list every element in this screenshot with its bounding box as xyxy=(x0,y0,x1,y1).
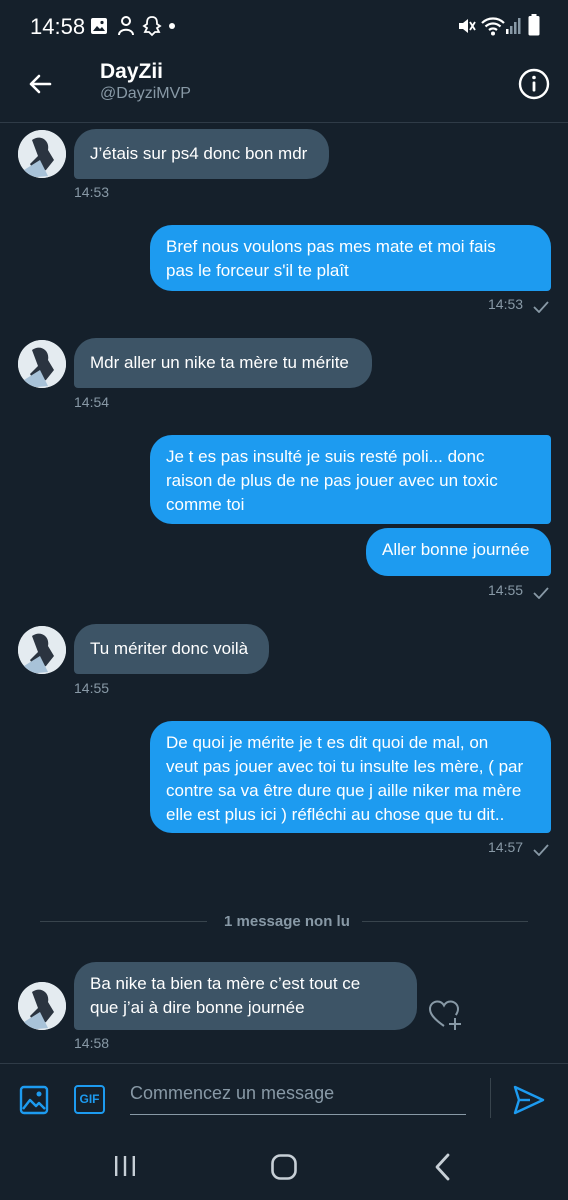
image-icon[interactable] xyxy=(18,1084,50,1116)
unread-divider-label: 1 message non lu xyxy=(224,913,350,930)
mute-icon xyxy=(459,19,476,33)
message-text: Mdr aller un nike ta mère tu mérite xyxy=(90,353,349,372)
wifi-icon xyxy=(481,17,505,36)
dot-icon xyxy=(169,23,175,29)
message-text: Aller bonne journée xyxy=(382,540,530,559)
message-composer: GIF Commencez un message xyxy=(0,1063,568,1134)
snapchat-icon xyxy=(142,16,162,37)
message-timestamp: 14:55 xyxy=(74,680,110,696)
message-timestamp: 14:53 xyxy=(488,296,524,312)
gif-button[interactable]: GIF xyxy=(74,1085,105,1114)
status-time: 14:58 xyxy=(30,14,86,39)
message-timestamp: 14:57 xyxy=(488,839,524,855)
message-line: De quoi je mérite je t es dit quoi de ma… xyxy=(166,733,489,752)
message-bubble-outgoing[interactable]: Bref nous voulons pas mes mate et moi fa… xyxy=(150,225,551,291)
avatar[interactable] xyxy=(18,130,66,178)
back-nav-icon[interactable] xyxy=(432,1152,454,1182)
sent-check-icon xyxy=(533,587,549,599)
send-icon[interactable] xyxy=(512,1084,546,1116)
message-bubble-outgoing[interactable]: De quoi je mérite je t es dit quoi de ma… xyxy=(150,721,551,833)
message-line: Je t es pas insulté je suis resté poli..… xyxy=(166,447,485,466)
message-input-placeholder: Commencez un message xyxy=(130,1083,335,1103)
message-bubble-incoming[interactable]: Tu mériter donc voilà xyxy=(74,624,269,674)
app-notification-icon xyxy=(118,16,134,36)
status-bar: 14:58 xyxy=(0,0,568,54)
message-bubble-outgoing[interactable]: Aller bonne journée xyxy=(366,528,551,576)
message-line: Ba nike ta bien ta mère c’est tout ce xyxy=(90,974,361,993)
system-navigation-bar xyxy=(0,1133,568,1200)
message-text: J’étais sur ps4 donc bon mdr xyxy=(90,144,308,163)
conversation-header: DayZii @DayziMVP xyxy=(0,54,568,123)
recent-apps-icon[interactable] xyxy=(112,1153,138,1179)
message-timestamp: 14:55 xyxy=(488,582,524,598)
message-bubble-outgoing[interactable]: Je t es pas insulté je suis resté poli..… xyxy=(150,435,551,524)
message-timestamp: 14:58 xyxy=(74,1035,110,1051)
message-input[interactable]: Commencez un message xyxy=(130,1076,466,1115)
message-line: comme toi xyxy=(166,495,245,514)
avatar[interactable] xyxy=(18,626,66,674)
message-bubble-incoming[interactable]: J’étais sur ps4 donc bon mdr xyxy=(74,129,329,179)
message-timestamp: 14:54 xyxy=(74,394,110,410)
avatar[interactable] xyxy=(18,982,66,1030)
signal-icon xyxy=(506,18,521,34)
sent-check-icon xyxy=(533,301,549,313)
message-line: raison de plus de ne pas jouer avec un t… xyxy=(166,471,498,490)
battery-icon xyxy=(528,14,540,36)
message-timestamp: 14:53 xyxy=(74,184,110,200)
unread-divider-line-left xyxy=(40,921,207,922)
message-bubble-incoming[interactable]: Mdr aller un nike ta mère tu mérite xyxy=(74,338,372,388)
conversation-handle[interactable]: @DayziMVP xyxy=(100,85,191,103)
message-bubble-incoming[interactable]: Ba nike ta bien ta mère c’est tout ce qu… xyxy=(74,962,417,1030)
react-heart-icon[interactable] xyxy=(428,999,464,1031)
info-icon[interactable] xyxy=(516,66,552,102)
back-arrow-icon[interactable] xyxy=(22,66,58,102)
conversation-name[interactable]: DayZii xyxy=(100,60,163,84)
gif-label: GIF xyxy=(79,1092,100,1106)
avatar[interactable] xyxy=(18,340,66,388)
message-line: elle est plus ici ) réfléchi au chose qu… xyxy=(166,805,505,824)
message-line: que j’ai à dire bonne journée xyxy=(90,998,305,1017)
message-line: pas le forceur s'il te plaît xyxy=(166,261,349,280)
home-icon[interactable] xyxy=(270,1153,298,1181)
message-text: Tu mériter donc voilà xyxy=(90,639,249,658)
message-line: Bref nous voulons pas mes mate et moi fa… xyxy=(166,237,496,256)
unread-divider-line-right xyxy=(362,921,528,922)
composer-separator xyxy=(490,1078,491,1118)
gallery-notification-icon xyxy=(91,18,107,34)
sent-check-icon xyxy=(533,844,549,856)
message-line: veut pas jouer avec toi tu insulte les m… xyxy=(166,757,524,776)
message-line: contre sa va être dure que j aille niker… xyxy=(166,781,522,800)
